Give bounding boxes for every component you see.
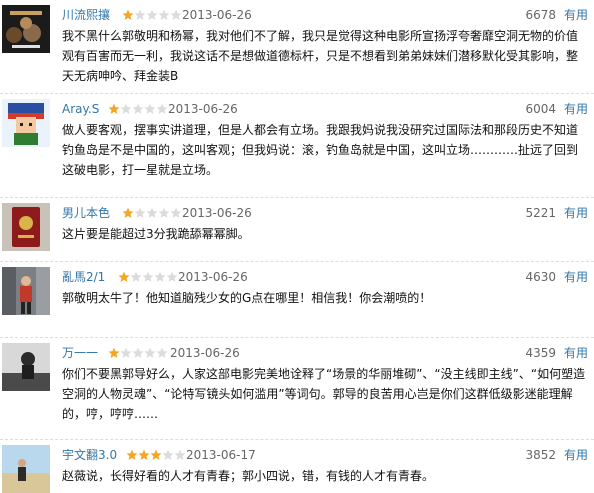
useful-button[interactable]: 有用 <box>564 446 588 464</box>
useful-button[interactable]: 有用 <box>564 100 588 118</box>
star-filled-icon <box>150 449 162 460</box>
review-date: 2013-06-26 <box>170 346 240 360</box>
beach-person-avatar[interactable] <box>2 445 50 493</box>
rating-stars <box>118 271 178 283</box>
review-item: Aray.S 2013-06-26 6004 有用 做人要客观，摆事实讲道理，但… <box>0 94 594 198</box>
useful-button[interactable]: 有用 <box>564 268 588 286</box>
star-empty-icon <box>134 9 146 20</box>
street-person-avatar[interactable] <box>2 267 50 315</box>
star-filled-icon <box>122 9 134 20</box>
useful-button[interactable]: 有用 <box>564 344 588 362</box>
star-empty-icon <box>120 103 132 114</box>
passport-avatar[interactable] <box>2 203 50 251</box>
star-empty-icon <box>144 103 156 114</box>
review-item: 亂馬2/1 2013-06-26 4630 有用 郭敬明太牛了！他知道脑残少女的… <box>0 262 594 338</box>
review-content: 我不黑什么郭敬明和杨幂，我对他们不了解，我只是觉得这种电影所宣扬浮夸奢靡空洞无物… <box>62 29 579 83</box>
star-empty-icon <box>120 347 132 358</box>
star-empty-icon <box>154 271 166 282</box>
rating-stars <box>108 103 168 115</box>
star-empty-icon <box>170 9 182 20</box>
vote-count: 4630 <box>525 270 556 284</box>
vote-count: 3852 <box>525 448 556 462</box>
review-date: 2013-06-26 <box>168 102 238 116</box>
star-empty-icon <box>146 207 158 218</box>
rating-stars <box>122 9 182 21</box>
review-username[interactable]: Aray.S <box>62 100 99 118</box>
star-empty-icon <box>130 271 142 282</box>
rating-stars <box>126 449 186 461</box>
star-filled-icon <box>126 449 138 460</box>
rating-stars <box>122 207 182 219</box>
star-empty-icon <box>156 347 168 358</box>
star-empty-icon <box>132 347 144 358</box>
review-date: 2013-06-26 <box>178 270 248 284</box>
review-content: 你们不要黑郭导好么，人家这部电影完美地诠释了“场景的华丽堆砌”、“没主线即主线”… <box>62 367 586 421</box>
star-empty-icon <box>144 347 156 358</box>
star-empty-icon <box>142 271 154 282</box>
vote-count: 6004 <box>525 102 556 116</box>
star-empty-icon <box>146 9 158 20</box>
review-username[interactable]: 万一一 <box>62 344 98 362</box>
vote-count: 4359 <box>525 346 556 360</box>
vote-count: 5221 <box>525 206 556 220</box>
short-review-list: 川流熙攘 2013-06-26 6678 有用 我不黑什么郭敬明和杨幂，我对他们… <box>0 0 594 493</box>
useful-button[interactable]: 有用 <box>564 6 588 24</box>
review-item: 男儿本色 2013-06-26 5221 有用 这片要是能超过3分我跪舔幂幂脚。 <box>0 198 594 262</box>
review-item: 万一一 2013-06-26 4359 有用 你们不要黑郭导好么，人家这部电影完… <box>0 338 594 440</box>
review-item: 宇文翻3.0 2013-06-17 3852 有用 赵薇说，长得好看的人才有青春… <box>0 440 594 493</box>
star-empty-icon <box>158 207 170 218</box>
star-empty-icon <box>170 207 182 218</box>
star-empty-icon <box>162 449 174 460</box>
vote-count: 6678 <box>525 8 556 22</box>
review-date: 2013-06-26 <box>182 206 252 220</box>
film-poster-avatar[interactable] <box>2 5 50 53</box>
review-date: 2013-06-17 <box>186 448 256 462</box>
star-empty-icon <box>158 9 170 20</box>
star-filled-icon <box>118 271 130 282</box>
review-content: 做人要客观，摆事实讲道理，但是人都会有立场。我跟我妈说我没研究过国际法和那段历史… <box>62 123 579 177</box>
pixel-character-avatar[interactable] <box>2 99 50 147</box>
star-empty-icon <box>174 449 186 460</box>
star-filled-icon <box>122 207 134 218</box>
review-content: 郭敬明太牛了！他知道脑残少女的G点在哪里！相信我！你会潮喷的！ <box>62 291 432 305</box>
star-filled-icon <box>108 103 120 114</box>
star-empty-icon <box>132 103 144 114</box>
review-content: 赵薇说，长得好看的人才有青春；郭小四说，错，有钱的人才有青春。 <box>62 469 435 483</box>
review-date: 2013-06-26 <box>182 8 252 22</box>
star-empty-icon <box>134 207 146 218</box>
star-empty-icon <box>166 271 178 282</box>
bw-photo-avatar[interactable] <box>2 343 50 391</box>
review-username[interactable]: 亂馬2/1 <box>62 268 105 286</box>
review-username[interactable]: 川流熙攘 <box>62 6 110 24</box>
star-filled-icon <box>138 449 150 460</box>
star-empty-icon <box>156 103 168 114</box>
star-filled-icon <box>108 347 120 358</box>
review-username[interactable]: 宇文翻3.0 <box>62 446 117 464</box>
review-item: 川流熙攘 2013-06-26 6678 有用 我不黑什么郭敬明和杨幂，我对他们… <box>0 0 594 94</box>
review-content: 这片要是能超过3分我跪舔幂幂脚。 <box>62 227 250 241</box>
review-username[interactable]: 男儿本色 <box>62 204 110 222</box>
useful-button[interactable]: 有用 <box>564 204 588 222</box>
rating-stars <box>108 347 168 359</box>
